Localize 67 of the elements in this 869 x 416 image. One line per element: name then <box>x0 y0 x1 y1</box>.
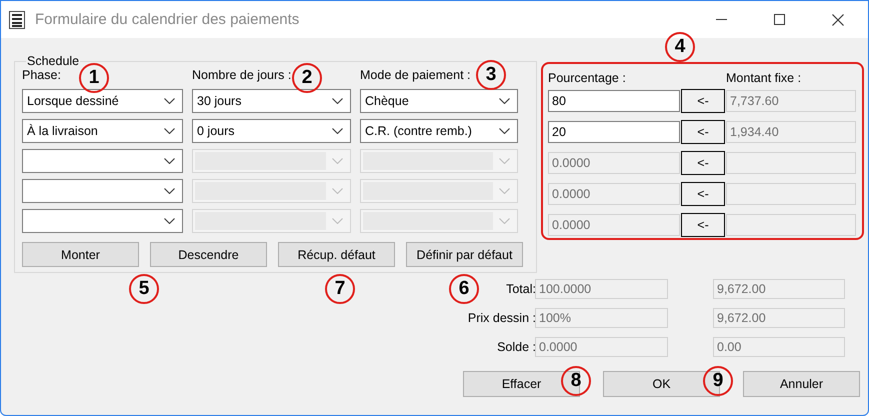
chevron-icon <box>499 128 510 134</box>
chevron-icon <box>332 98 343 104</box>
apply-button[interactable]: <- <box>681 89 725 113</box>
chevron-icon <box>164 188 175 194</box>
amount-field: 9,672.00 <box>713 279 845 299</box>
minimize-icon[interactable] <box>716 19 727 20</box>
column-label: Nombre de jours : <box>192 68 292 82</box>
maximize-icon[interactable] <box>774 14 785 25</box>
percentage-field: 100% <box>535 308 668 328</box>
callout-marker: 5 <box>129 274 159 304</box>
close-icon[interactable] <box>832 14 844 26</box>
phase-dropdown[interactable]: À la livraison <box>22 119 183 143</box>
column-label: Montant fixe : <box>726 71 802 85</box>
chevron-icon <box>499 98 510 104</box>
phase-dropdown[interactable] <box>22 149 183 173</box>
column-label: Mode de paiement : <box>360 68 470 82</box>
chevron-icon <box>332 158 343 164</box>
phase-dropdown[interactable] <box>22 179 183 203</box>
apply-button[interactable]: <- <box>681 213 725 237</box>
total-label: Prix dessin : <box>468 311 536 325</box>
action-button[interactable]: Définir par défaut <box>406 242 523 267</box>
column-label: Phase: <box>22 68 61 82</box>
chevron-icon <box>164 128 175 134</box>
chevron-icon <box>499 158 510 164</box>
chevron-icon <box>499 218 510 224</box>
chevron-icon <box>164 218 175 224</box>
column-label: Pourcentage : <box>548 71 626 85</box>
amount-field: 9,672.00 <box>713 308 845 328</box>
percentage-field: 0.0000 <box>535 337 668 357</box>
chevron-icon <box>499 188 510 194</box>
days-dropdown[interactable]: 0 jours <box>192 119 351 143</box>
percentage-field: 100.0000 <box>535 279 668 299</box>
percentage-field[interactable]: 80 <box>548 90 680 112</box>
total-label: Solde : <box>497 340 536 354</box>
fixed-amount-field: 7,737.60 <box>726 90 856 112</box>
amount-field: 0.00 <box>713 337 845 357</box>
apply-button[interactable]: <- <box>681 182 725 206</box>
action-button[interactable]: Descendre <box>150 242 267 267</box>
callout-marker: 2 <box>292 63 322 93</box>
action-button[interactable]: Récup. défaut <box>278 242 395 267</box>
callout-marker: 9 <box>703 366 733 396</box>
chevron-icon <box>332 218 343 224</box>
days-dropdown[interactable]: 30 jours <box>192 89 351 113</box>
payment-dropdown[interactable]: Chèque <box>360 89 518 113</box>
action-button[interactable]: Monter <box>22 242 139 267</box>
callout-marker: 6 <box>449 274 479 304</box>
phase-dropdown[interactable] <box>22 209 183 233</box>
chevron-icon <box>164 158 175 164</box>
total-label: Total: <box>506 282 536 296</box>
callout-marker: 8 <box>561 366 591 396</box>
apply-button[interactable]: <- <box>681 120 725 144</box>
form-icon <box>9 10 25 28</box>
chevron-icon <box>332 188 343 194</box>
callout-marker: 3 <box>476 60 506 90</box>
dialog-button[interactable]: Annuler <box>743 371 860 397</box>
payment-dropdown[interactable]: C.R. (contre remb.) <box>360 119 518 143</box>
group-title: Schedule <box>26 54 80 68</box>
callout-marker: 1 <box>79 63 109 93</box>
callout-marker: 4 <box>665 32 695 62</box>
callout-marker: 7 <box>325 274 355 304</box>
percentage-field[interactable]: 20 <box>548 121 680 143</box>
fixed-amount-field: 1,934.40 <box>726 121 856 143</box>
window-title: Formulaire du calendrier des paiements <box>35 11 300 28</box>
chevron-icon <box>332 128 343 134</box>
chevron-icon <box>164 98 175 104</box>
apply-button[interactable]: <- <box>681 151 725 175</box>
phase-dropdown[interactable]: Lorsque dessiné <box>22 89 183 113</box>
